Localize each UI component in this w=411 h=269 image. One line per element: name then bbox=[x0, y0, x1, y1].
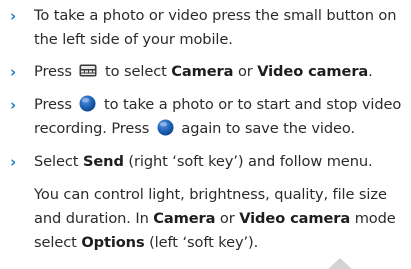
instruction-item: › Press to take a photo or to start and … bbox=[10, 93, 405, 141]
instruction-item: › To take a photo or video press the sma… bbox=[10, 4, 405, 52]
instructions-page: › To take a photo or video press the sma… bbox=[0, 0, 411, 269]
instruction-item: › Select Send (right ‘soft key’) and fol… bbox=[10, 150, 405, 174]
select-key-icon bbox=[79, 95, 96, 112]
scroll-up-arrow-icon[interactable] bbox=[328, 258, 352, 269]
instruction-text: Press to take a photo or to start and st… bbox=[34, 95, 402, 137]
bullet-marker: › bbox=[10, 63, 17, 81]
bullet-marker: › bbox=[10, 153, 17, 171]
select-key-icon bbox=[157, 119, 174, 136]
instruction-text: Press to select Camera or Video camera. bbox=[34, 63, 373, 80]
bullet-marker: › bbox=[10, 96, 17, 114]
bullet-marker: › bbox=[10, 7, 17, 25]
options-note: You can control light, brightness, quali… bbox=[34, 186, 396, 251]
instruction-text: Select Send (right ‘soft key’) and follo… bbox=[34, 153, 373, 170]
instruction-item: › Press to select Camera or Video camera… bbox=[10, 60, 405, 84]
keypad-icon bbox=[79, 64, 97, 77]
instruction-text: To take a photo or video press the small… bbox=[34, 7, 397, 48]
